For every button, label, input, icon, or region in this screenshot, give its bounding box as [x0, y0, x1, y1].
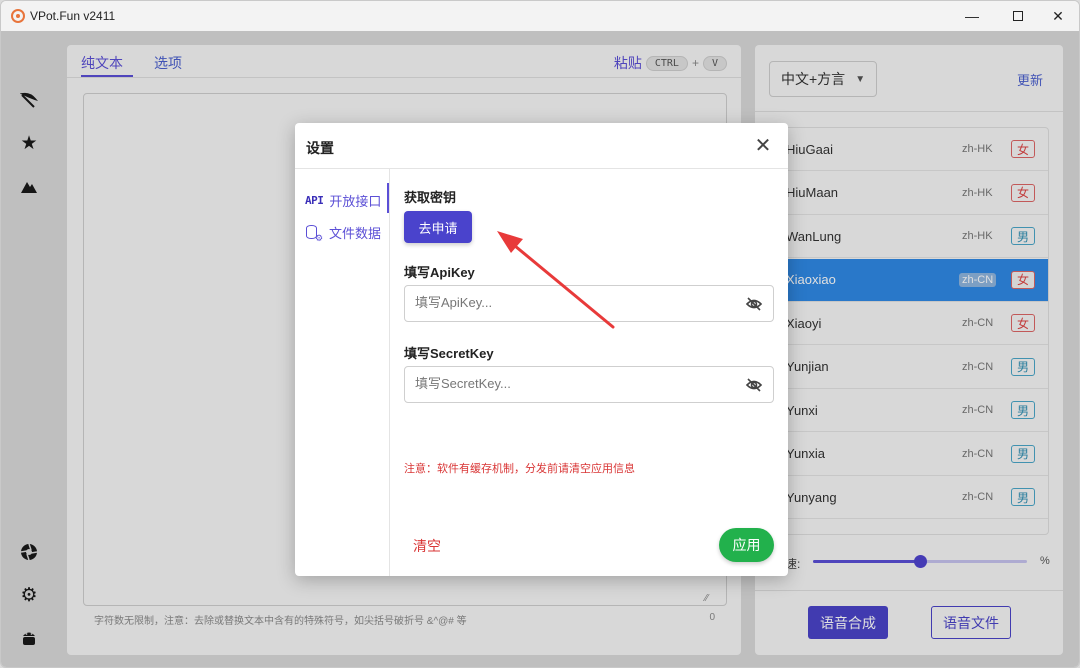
settings-nav: API 开放接口 ⚙ 文件数据 — [295, 169, 390, 576]
eye-off-icon[interactable] — [745, 295, 763, 313]
nav-item-open-api[interactable]: API 开放接口 — [305, 191, 381, 210]
minimize-button[interactable]: — — [949, 1, 995, 31]
apikey-input[interactable] — [415, 295, 735, 310]
app-window: VPot.Fun v2411 — ✕ ★ ⚙ 纯文本 选项 粘贴 CTRL + … — [0, 0, 1080, 668]
apikey-label: 填写ApiKey — [404, 265, 475, 280]
cache-warning: 注意：软件有缓存机制，分发前请清空应用信息 — [404, 463, 635, 475]
settings-dialog: 设置 ✕ API 开放接口 ⚙ 文件数据 获取密钥 去申请 填写ApiKey 填… — [295, 123, 788, 576]
maximize-icon — [1013, 11, 1023, 21]
secretkey-input[interactable] — [415, 376, 735, 391]
dialog-close-button[interactable]: ✕ — [751, 133, 775, 157]
database-gear-icon: ⚙ — [305, 224, 323, 243]
title-bar: VPot.Fun v2411 — ✕ — [1, 1, 1079, 31]
nav-item-file-data[interactable]: ⚙ 文件数据 — [305, 223, 382, 243]
api-icon: API — [305, 194, 324, 207]
active-nav-indicator — [387, 183, 389, 213]
secretkey-field — [404, 366, 774, 403]
get-key-label: 获取密钥 — [404, 190, 457, 205]
nav-item-label: 文件数据 — [329, 226, 382, 241]
secretkey-label: 填写SecretKey — [404, 346, 494, 361]
clear-button[interactable]: 清空 — [413, 536, 441, 556]
apply-button[interactable]: 应用 — [719, 528, 774, 562]
eye-off-icon[interactable] — [745, 376, 763, 394]
window-title: VPot.Fun v2411 — [30, 9, 116, 23]
nav-item-label: 开放接口 — [329, 194, 382, 209]
close-window-button[interactable]: ✕ — [1035, 1, 1079, 31]
apikey-field — [404, 285, 774, 322]
apply-for-key-button[interactable]: 去申请 — [404, 211, 472, 243]
app-logo-icon — [11, 9, 25, 23]
dialog-title: 设置 — [306, 140, 334, 156]
